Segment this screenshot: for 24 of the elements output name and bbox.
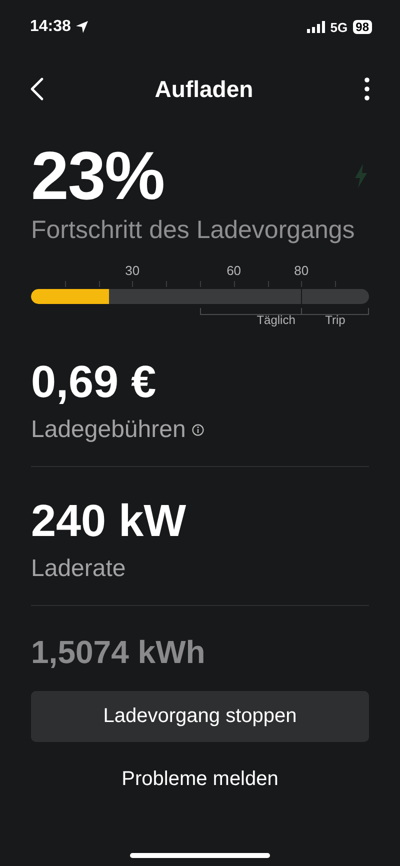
back-button[interactable]: [28, 75, 46, 103]
network-label: 5G: [330, 20, 348, 34]
battery-level: 98: [352, 20, 372, 34]
more-menu-button[interactable]: [362, 75, 372, 103]
tick-label: 30: [125, 263, 140, 278]
range-label: Trip: [324, 313, 346, 327]
range-label: Täglich: [256, 313, 296, 327]
signal-icon: [307, 21, 326, 33]
stop-charging-button[interactable]: Ladevorgang stoppen: [31, 691, 369, 742]
location-arrow-icon: [74, 20, 89, 34]
stat-value: 240 kW: [31, 497, 188, 545]
stat-label: Laderate: [31, 555, 126, 583]
tick-label: 60: [226, 263, 242, 278]
stat-label: Ladegebühren: [31, 416, 186, 444]
report-problem-button[interactable]: Probleme melden: [31, 758, 369, 800]
stat-value: 0,69 €: [31, 358, 158, 406]
lightning-bolt-icon: [354, 164, 368, 188]
screen-title: Aufladen: [154, 76, 254, 102]
status-time: 14:38: [30, 18, 71, 36]
tick-label: 80: [294, 263, 309, 278]
info-icon[interactable]: [192, 424, 204, 436]
energy-value: 1,5074 kWh: [30, 634, 206, 671]
charge-percent: 23%: [31, 140, 164, 212]
charge-caption: Fortschritt des Ladevorgangs: [30, 216, 356, 245]
